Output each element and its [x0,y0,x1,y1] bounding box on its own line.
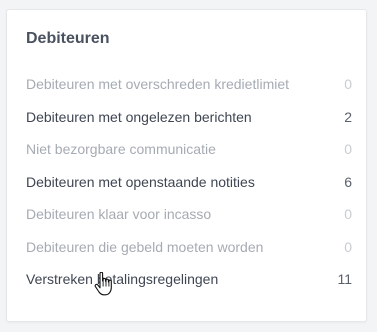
list-item-verstreken-betalingsregelingen[interactable]: Verstreken betalingsregelingen 11 [26,263,352,296]
list-item-label: Debiteuren die gebeld moeten worden [26,238,264,255]
list-item-count: 0 [344,238,352,255]
list-item-label: Debiteuren klaar voor incasso [26,206,212,223]
list-item-overschreden-kredietlimiet[interactable]: Debiteuren met overschreden kredietlimie… [26,68,352,101]
list-item-count: 11 [337,271,352,288]
list-item-count: 0 [344,76,352,93]
debiteuren-card: Debiteuren Debiteuren met overschreden k… [6,9,367,322]
list-item-gebeld-moeten-worden[interactable]: Debiteuren die gebeld moeten worden 0 [26,231,352,264]
list-item-niet-bezorgbare-communicatie[interactable]: Niet bezorgbare communicatie 0 [26,133,352,166]
list-item-label: Verstreken betalingsregelingen [26,271,219,288]
list-item-label: Niet bezorgbare communicatie [26,141,216,158]
list-item-label: Debiteuren met ongelezen berichten [26,108,252,125]
list-item-klaar-voor-incasso[interactable]: Debiteuren klaar voor incasso 0 [26,198,352,231]
list-item-count: 0 [344,206,352,223]
list-item-count: 6 [344,173,352,190]
list-item-openstaande-notities[interactable]: Debiteuren met openstaande notities 6 [26,166,352,199]
hand-pointer-icon [94,271,114,296]
debiteuren-list: Debiteuren met overschreden kredietlimie… [26,68,352,296]
list-item-count: 2 [344,108,352,125]
list-item-ongelezen-berichten[interactable]: Debiteuren met ongelezen berichten 2 [26,101,352,134]
list-item-label: Debiteuren met openstaande notities [26,173,255,190]
card-title: Debiteuren [26,30,110,47]
list-item-count: 0 [344,141,352,158]
list-item-label: Debiteuren met overschreden kredietlimie… [26,76,290,93]
